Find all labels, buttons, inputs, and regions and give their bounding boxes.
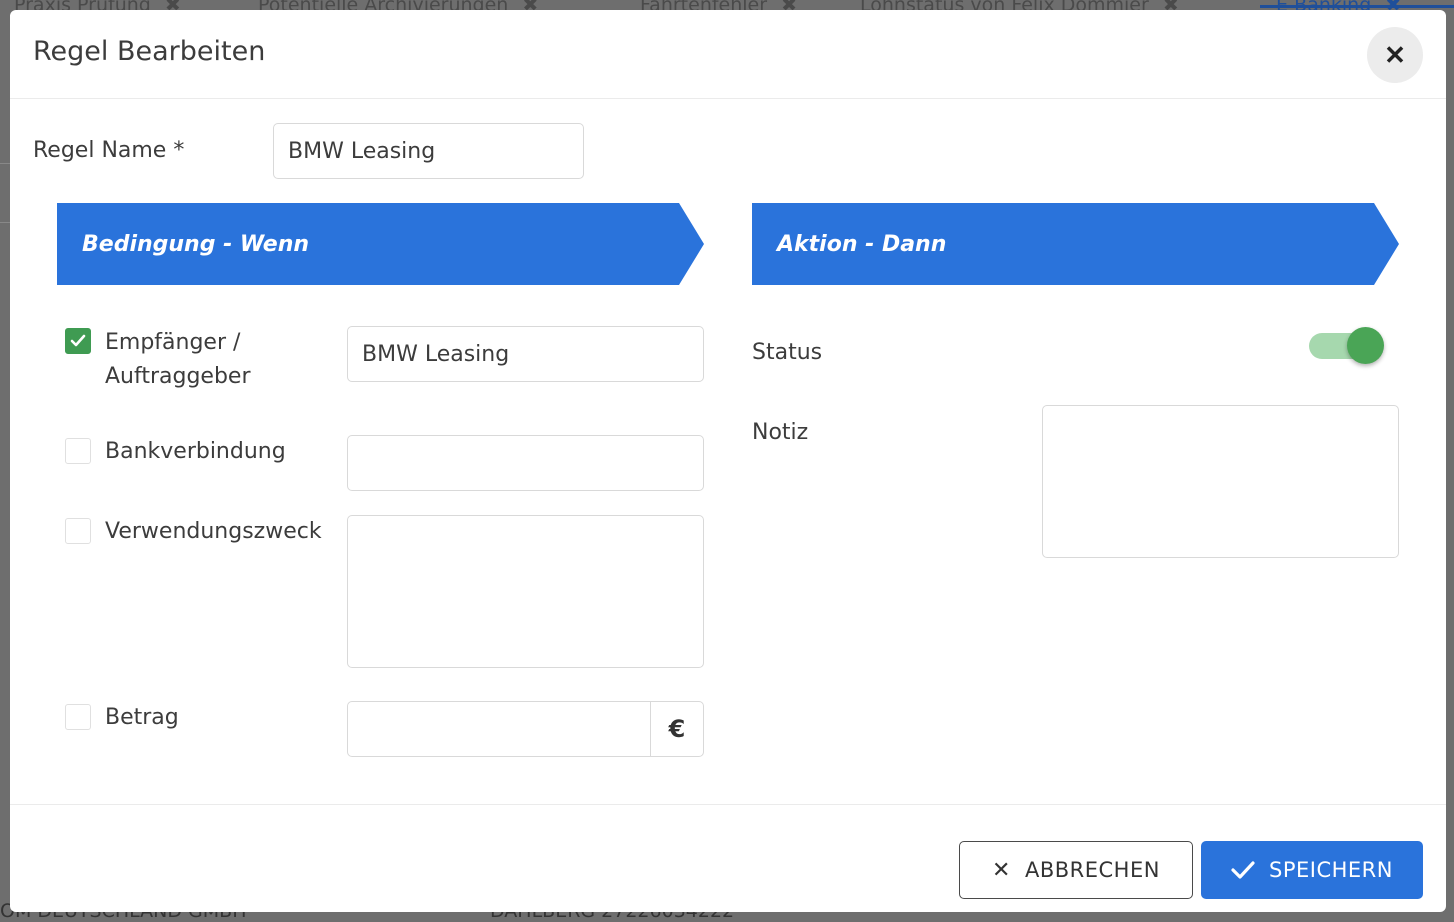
checkmark-icon [1231,861,1255,879]
dialog-footer: ✕ ABBRECHEN SPEICHERN [10,804,1446,912]
condition-section-header: Bedingung - Wenn [57,203,704,285]
status-label: Status [752,340,823,365]
currency-addon: € [650,702,703,756]
amount-input[interactable] [348,702,650,756]
recipient-label-line: Auftraggeber [105,364,251,389]
bank-label: Bankverbindung [105,439,286,464]
dialog-header: Regel Bearbeiten ✕ [10,10,1446,99]
recipient-label-line: Empfänger / [105,330,241,355]
recipient-input[interactable] [347,326,704,382]
background-active-tab-indicator [1260,5,1454,8]
toggle-knob [1347,327,1384,364]
amount-label: Betrag [105,705,179,730]
recipient-checkbox[interactable] [65,328,91,354]
save-button-label: SPEICHERN [1269,858,1393,882]
purpose-label: Verwendungszweck [105,519,322,544]
recipient-label: Empfänger / Auftraggeber [105,326,251,394]
rule-name-input[interactable] [273,123,584,179]
background-divider [0,163,10,164]
close-icon: ✕ [1384,39,1406,70]
purpose-checkbox[interactable] [65,518,91,544]
background-divider [0,222,10,223]
status-toggle[interactable] [1309,327,1384,364]
bank-input[interactable] [347,435,704,491]
amount-input-group: € [347,701,704,757]
close-dialog-button[interactable]: ✕ [1367,27,1423,83]
cancel-button-label: ABBRECHEN [1024,858,1160,882]
note-textarea[interactable] [1042,405,1399,558]
save-button[interactable]: SPEICHERN [1201,841,1423,899]
cancel-button[interactable]: ✕ ABBRECHEN [959,841,1193,899]
action-section-header: Aktion - Dann [752,203,1399,285]
note-label: Notiz [752,420,809,445]
checkmark-icon [70,334,86,347]
edit-rule-dialog: Regel Bearbeiten ✕ Regel Name * Bedingun… [10,10,1446,912]
rule-name-label: Regel Name * [33,138,185,163]
bank-checkbox[interactable] [65,438,91,464]
dialog-title: Regel Bearbeiten [33,36,266,67]
purpose-textarea[interactable] [347,515,704,668]
close-icon: ✕ [992,857,1011,883]
amount-checkbox[interactable] [65,704,91,730]
